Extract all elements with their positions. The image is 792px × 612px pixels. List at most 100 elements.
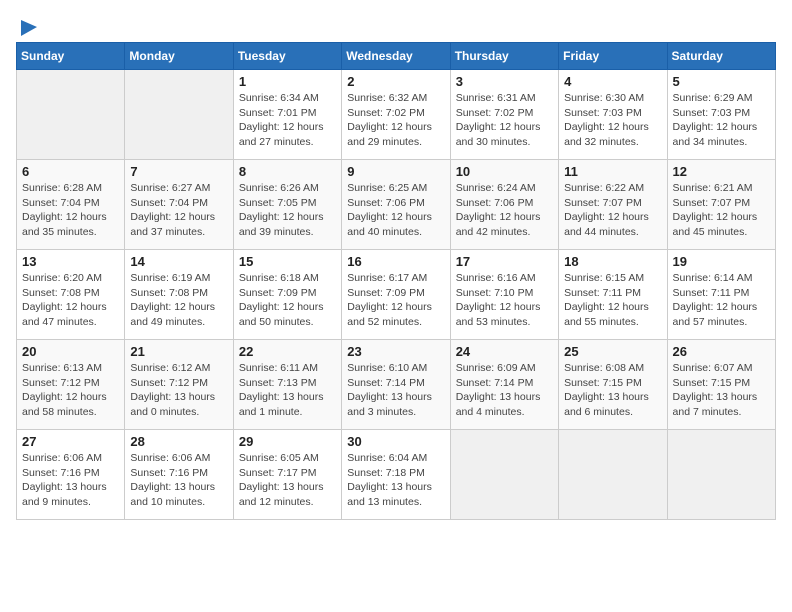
daylight-text: Daylight: 13 hours and 7 minutes. (673, 391, 758, 418)
day-number: 13 (22, 254, 119, 269)
calendar-cell (125, 70, 233, 160)
daylight-text: Daylight: 13 hours and 0 minutes. (130, 391, 215, 418)
day-number: 6 (22, 164, 119, 179)
sunrise-text: Sunrise: 6:20 AM (22, 272, 102, 284)
calendar-cell: 16 Sunrise: 6:17 AM Sunset: 7:09 PM Dayl… (342, 250, 450, 340)
daylight-text: Daylight: 13 hours and 1 minute. (239, 391, 324, 418)
sunset-text: Sunset: 7:03 PM (564, 107, 642, 119)
sunset-text: Sunset: 7:07 PM (673, 197, 751, 209)
daylight-text: Daylight: 12 hours and 45 minutes. (673, 211, 758, 238)
day-number: 4 (564, 74, 661, 89)
weekday-header-tuesday: Tuesday (233, 43, 341, 70)
sunrise-text: Sunrise: 6:32 AM (347, 92, 427, 104)
daylight-text: Daylight: 12 hours and 39 minutes. (239, 211, 324, 238)
sunset-text: Sunset: 7:03 PM (673, 107, 751, 119)
day-info: Sunrise: 6:31 AM Sunset: 7:02 PM Dayligh… (456, 91, 553, 150)
daylight-text: Daylight: 12 hours and 47 minutes. (22, 301, 107, 328)
daylight-text: Daylight: 12 hours and 57 minutes. (673, 301, 758, 328)
daylight-text: Daylight: 12 hours and 42 minutes. (456, 211, 541, 238)
sunset-text: Sunset: 7:14 PM (456, 377, 534, 389)
sunset-text: Sunset: 7:12 PM (22, 377, 100, 389)
day-number: 24 (456, 344, 553, 359)
day-info: Sunrise: 6:06 AM Sunset: 7:16 PM Dayligh… (22, 451, 119, 510)
logo (16, 16, 39, 34)
day-number: 16 (347, 254, 444, 269)
day-number: 30 (347, 434, 444, 449)
day-number: 2 (347, 74, 444, 89)
sunset-text: Sunset: 7:06 PM (347, 197, 425, 209)
weekday-header-friday: Friday (559, 43, 667, 70)
sunrise-text: Sunrise: 6:13 AM (22, 362, 102, 374)
day-number: 1 (239, 74, 336, 89)
sunset-text: Sunset: 7:15 PM (564, 377, 642, 389)
weekday-header-sunday: Sunday (17, 43, 125, 70)
day-info: Sunrise: 6:06 AM Sunset: 7:16 PM Dayligh… (130, 451, 227, 510)
daylight-text: Daylight: 13 hours and 13 minutes. (347, 481, 432, 508)
daylight-text: Daylight: 12 hours and 37 minutes. (130, 211, 215, 238)
sunrise-text: Sunrise: 6:18 AM (239, 272, 319, 284)
calendar-cell: 27 Sunrise: 6:06 AM Sunset: 7:16 PM Dayl… (17, 430, 125, 520)
sunset-text: Sunset: 7:04 PM (22, 197, 100, 209)
day-number: 27 (22, 434, 119, 449)
day-info: Sunrise: 6:14 AM Sunset: 7:11 PM Dayligh… (673, 271, 770, 330)
sunset-text: Sunset: 7:06 PM (456, 197, 534, 209)
sunrise-text: Sunrise: 6:28 AM (22, 182, 102, 194)
day-info: Sunrise: 6:13 AM Sunset: 7:12 PM Dayligh… (22, 361, 119, 420)
sunset-text: Sunset: 7:09 PM (347, 287, 425, 299)
sunrise-text: Sunrise: 6:24 AM (456, 182, 536, 194)
day-info: Sunrise: 6:08 AM Sunset: 7:15 PM Dayligh… (564, 361, 661, 420)
sunrise-text: Sunrise: 6:10 AM (347, 362, 427, 374)
sunset-text: Sunset: 7:02 PM (347, 107, 425, 119)
daylight-text: Daylight: 13 hours and 6 minutes. (564, 391, 649, 418)
calendar-cell: 12 Sunrise: 6:21 AM Sunset: 7:07 PM Dayl… (667, 160, 775, 250)
sunrise-text: Sunrise: 6:11 AM (239, 362, 318, 374)
daylight-text: Daylight: 12 hours and 50 minutes. (239, 301, 324, 328)
day-info: Sunrise: 6:19 AM Sunset: 7:08 PM Dayligh… (130, 271, 227, 330)
calendar-cell: 22 Sunrise: 6:11 AM Sunset: 7:13 PM Dayl… (233, 340, 341, 430)
calendar-cell: 9 Sunrise: 6:25 AM Sunset: 7:06 PM Dayli… (342, 160, 450, 250)
daylight-text: Daylight: 13 hours and 10 minutes. (130, 481, 215, 508)
day-info: Sunrise: 6:07 AM Sunset: 7:15 PM Dayligh… (673, 361, 770, 420)
daylight-text: Daylight: 12 hours and 53 minutes. (456, 301, 541, 328)
day-info: Sunrise: 6:10 AM Sunset: 7:14 PM Dayligh… (347, 361, 444, 420)
calendar-cell: 10 Sunrise: 6:24 AM Sunset: 7:06 PM Dayl… (450, 160, 558, 250)
weekday-header-row: SundayMondayTuesdayWednesdayThursdayFrid… (17, 43, 776, 70)
calendar-cell: 11 Sunrise: 6:22 AM Sunset: 7:07 PM Dayl… (559, 160, 667, 250)
daylight-text: Daylight: 12 hours and 58 minutes. (22, 391, 107, 418)
calendar-week-row: 13 Sunrise: 6:20 AM Sunset: 7:08 PM Dayl… (17, 250, 776, 340)
day-info: Sunrise: 6:11 AM Sunset: 7:13 PM Dayligh… (239, 361, 336, 420)
day-info: Sunrise: 6:32 AM Sunset: 7:02 PM Dayligh… (347, 91, 444, 150)
day-info: Sunrise: 6:28 AM Sunset: 7:04 PM Dayligh… (22, 181, 119, 240)
day-info: Sunrise: 6:04 AM Sunset: 7:18 PM Dayligh… (347, 451, 444, 510)
sunrise-text: Sunrise: 6:29 AM (673, 92, 753, 104)
sunset-text: Sunset: 7:08 PM (130, 287, 208, 299)
calendar-cell: 17 Sunrise: 6:16 AM Sunset: 7:10 PM Dayl… (450, 250, 558, 340)
calendar-cell: 3 Sunrise: 6:31 AM Sunset: 7:02 PM Dayli… (450, 70, 558, 160)
calendar-cell: 2 Sunrise: 6:32 AM Sunset: 7:02 PM Dayli… (342, 70, 450, 160)
calendar-cell: 6 Sunrise: 6:28 AM Sunset: 7:04 PM Dayli… (17, 160, 125, 250)
day-info: Sunrise: 6:24 AM Sunset: 7:06 PM Dayligh… (456, 181, 553, 240)
sunset-text: Sunset: 7:16 PM (130, 467, 208, 479)
sunset-text: Sunset: 7:08 PM (22, 287, 100, 299)
calendar-week-row: 6 Sunrise: 6:28 AM Sunset: 7:04 PM Dayli… (17, 160, 776, 250)
calendar-cell (17, 70, 125, 160)
sunset-text: Sunset: 7:02 PM (456, 107, 534, 119)
day-number: 14 (130, 254, 227, 269)
day-number: 21 (130, 344, 227, 359)
sunset-text: Sunset: 7:18 PM (347, 467, 425, 479)
day-info: Sunrise: 6:34 AM Sunset: 7:01 PM Dayligh… (239, 91, 336, 150)
calendar-cell: 25 Sunrise: 6:08 AM Sunset: 7:15 PM Dayl… (559, 340, 667, 430)
sunrise-text: Sunrise: 6:34 AM (239, 92, 319, 104)
daylight-text: Daylight: 12 hours and 55 minutes. (564, 301, 649, 328)
sunrise-text: Sunrise: 6:05 AM (239, 452, 319, 464)
day-info: Sunrise: 6:21 AM Sunset: 7:07 PM Dayligh… (673, 181, 770, 240)
sunset-text: Sunset: 7:13 PM (239, 377, 317, 389)
calendar-cell (450, 430, 558, 520)
daylight-text: Daylight: 12 hours and 27 minutes. (239, 121, 324, 148)
sunrise-text: Sunrise: 6:06 AM (130, 452, 210, 464)
day-number: 29 (239, 434, 336, 449)
calendar-week-row: 27 Sunrise: 6:06 AM Sunset: 7:16 PM Dayl… (17, 430, 776, 520)
day-number: 11 (564, 164, 661, 179)
day-number: 7 (130, 164, 227, 179)
day-number: 15 (239, 254, 336, 269)
